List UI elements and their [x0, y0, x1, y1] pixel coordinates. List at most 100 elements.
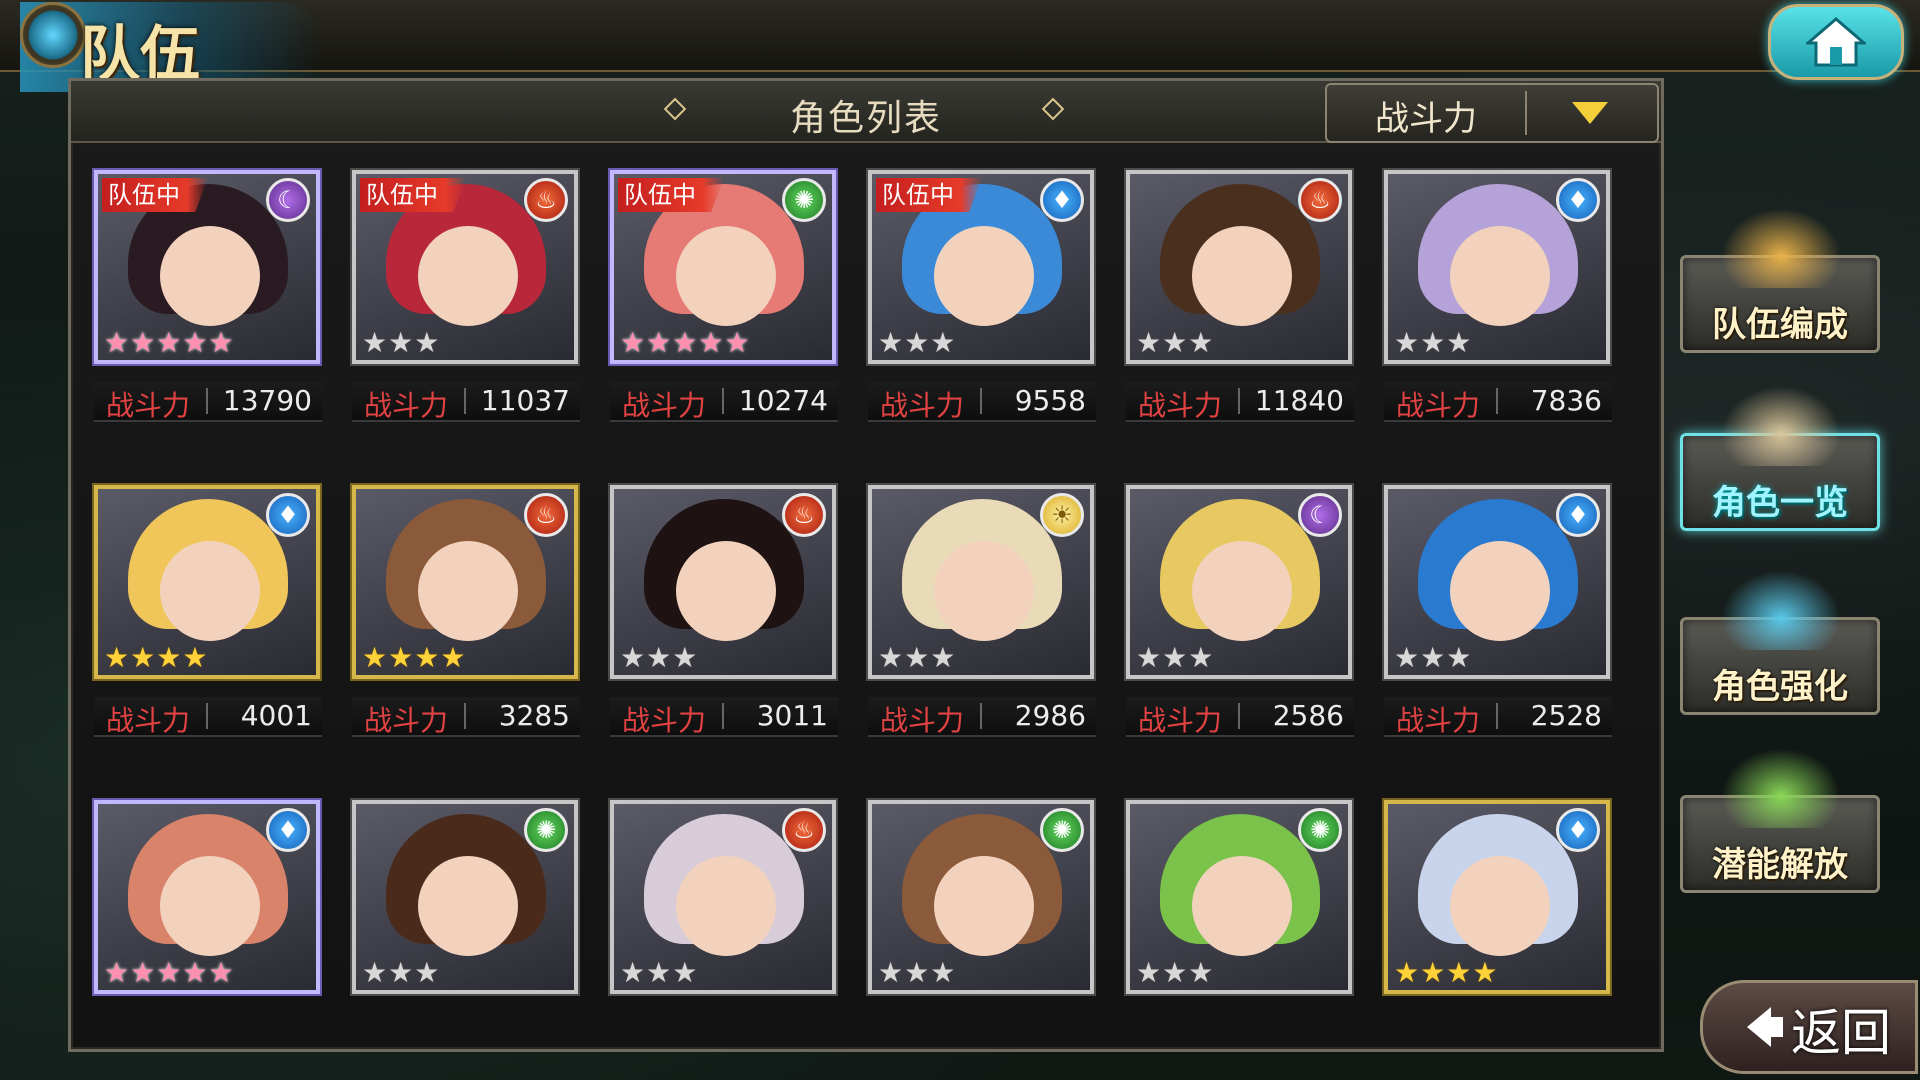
character-portrait[interactable]: ♦ ★ ★ ★ ★: [1384, 800, 1610, 994]
home-button[interactable]: [1768, 4, 1904, 80]
star-icon: ★: [208, 326, 234, 359]
star-icon: ★: [208, 956, 234, 989]
star-icon: ★: [104, 641, 130, 674]
sort-dropdown[interactable]: 战斗力: [1325, 83, 1659, 143]
character-portrait[interactable]: ♨ ★ ★ ★: [610, 485, 836, 679]
character-portrait[interactable]: ✺ ★ ★ ★: [868, 800, 1094, 994]
power-bar: 战斗力 11840: [1126, 382, 1354, 422]
side-menu-label: 角色一览: [1712, 483, 1848, 523]
character-portrait[interactable]: ♨ ★ ★ ★: [1126, 170, 1352, 364]
character-portrait[interactable]: 队伍中 ☾ ★ ★ ★ ★ ★: [94, 170, 320, 364]
character-portrait[interactable]: 队伍中 ♦ ★ ★ ★: [868, 170, 1094, 364]
character-portrait[interactable]: ♦ ★ ★ ★ ★: [94, 485, 320, 679]
fire-element-icon: ♨: [782, 808, 826, 852]
power-bar: 战斗力 7836: [1384, 382, 1612, 422]
character-card[interactable]: ☀ ★ ★ ★ 战斗力 2986: [868, 485, 1096, 745]
star-icon: ★: [156, 641, 182, 674]
side-menu-button[interactable]: 队伍编成: [1680, 208, 1880, 353]
power-bar: 战斗力 13790: [94, 382, 322, 422]
water-element-icon: ♦: [266, 808, 310, 852]
character-portrait[interactable]: 队伍中 ♨ ★ ★ ★: [352, 170, 578, 364]
star-icon: ★: [672, 326, 698, 359]
side-menu-button[interactable]: 角色一览: [1680, 386, 1880, 531]
rarity-stars: ★ ★ ★: [1394, 328, 1471, 358]
character-card[interactable]: 队伍中 ☾ ★ ★ ★ ★ ★ 战斗力 13790: [94, 170, 322, 430]
character-card[interactable]: 队伍中 ✺ ★ ★ ★ ★ ★ 战斗力 10274: [610, 170, 838, 430]
side-menu-button[interactable]: 角色强化: [1680, 570, 1880, 715]
character-face: [1192, 541, 1292, 641]
character-portrait[interactable]: ✺ ★ ★ ★: [352, 800, 578, 994]
character-card[interactable]: ✺ ★ ★ ★: [1126, 800, 1354, 1060]
character-portrait[interactable]: ♦ ★ ★ ★: [1384, 170, 1610, 364]
power-bar: 战斗力 2528: [1384, 697, 1612, 737]
back-button[interactable]: 返回: [1700, 980, 1918, 1074]
star-icon: ★: [1446, 326, 1472, 359]
character-card[interactable]: ✺ ★ ★ ★: [352, 800, 580, 1060]
power-value: 11037: [480, 384, 570, 417]
power-value: 4001: [240, 699, 312, 732]
character-portrait[interactable]: ☾ ★ ★ ★: [1126, 485, 1352, 679]
power-label: 战斗力: [622, 389, 707, 422]
star-icon: ★: [388, 641, 414, 674]
star-icon: ★: [672, 641, 698, 674]
star-icon: ★: [930, 326, 956, 359]
star-icon: ★: [388, 326, 414, 359]
character-portrait[interactable]: ✺ ★ ★ ★: [1126, 800, 1352, 994]
rarity-stars: ★ ★ ★ ★: [104, 643, 207, 673]
character-card[interactable]: 队伍中 ♨ ★ ★ ★ 战斗力 11037: [352, 170, 580, 430]
star-icon: ★: [672, 956, 698, 989]
character-face: [160, 856, 260, 956]
character-face: [1192, 856, 1292, 956]
rarity-stars: ★ ★ ★: [1394, 643, 1471, 673]
power-label: 战斗力: [880, 389, 965, 422]
star-icon: ★: [156, 956, 182, 989]
character-portrait[interactable]: ♦ ★ ★ ★: [1384, 485, 1610, 679]
character-portrait[interactable]: ♦ ★ ★ ★ ★ ★: [94, 800, 320, 994]
power-bar: 战斗力 2986: [868, 697, 1096, 737]
rarity-stars: ★ ★ ★ ★ ★: [104, 328, 234, 358]
character-portrait[interactable]: ☀ ★ ★ ★: [868, 485, 1094, 679]
water-element-icon: ♦: [1556, 808, 1600, 852]
power-label: 战斗力: [622, 704, 707, 737]
power-label: 战斗力: [1396, 704, 1481, 737]
power-value: 3285: [498, 699, 570, 732]
character-face: [1450, 856, 1550, 956]
character-card[interactable]: ♨ ★ ★ ★ 战斗力 11840: [1126, 170, 1354, 430]
star-icon: ★: [362, 956, 388, 989]
character-portrait[interactable]: ♨ ★ ★ ★ ★: [352, 485, 578, 679]
wind-element-icon: ✺: [1298, 808, 1342, 852]
character-card[interactable]: ♨ ★ ★ ★: [610, 800, 838, 1060]
fire-element-icon: ♨: [524, 178, 568, 222]
character-card[interactable]: ♦ ★ ★ ★ ★ 战斗力 4001: [94, 485, 322, 745]
character-card[interactable]: ♦ ★ ★ ★ 战斗力 7836: [1384, 170, 1612, 430]
character-portrait[interactable]: ♨ ★ ★ ★: [610, 800, 836, 994]
power-bar: 战斗力 9558: [868, 382, 1096, 422]
star-icon: ★: [104, 956, 130, 989]
gear-ornament-icon: [20, 2, 86, 68]
rarity-stars: ★ ★ ★: [362, 958, 439, 988]
star-icon: ★: [930, 956, 956, 989]
power-value: 2586: [1272, 699, 1344, 732]
character-card[interactable]: ✺ ★ ★ ★: [868, 800, 1096, 1060]
star-icon: ★: [878, 641, 904, 674]
star-icon: ★: [362, 641, 388, 674]
star-icon: ★: [646, 326, 672, 359]
star-icon: ★: [904, 641, 930, 674]
star-icon: ★: [1188, 956, 1214, 989]
star-icon: ★: [878, 956, 904, 989]
character-card[interactable]: ☾ ★ ★ ★ 战斗力 2586: [1126, 485, 1354, 745]
character-portrait[interactable]: 队伍中 ✺ ★ ★ ★ ★ ★: [610, 170, 836, 364]
character-card[interactable]: ♨ ★ ★ ★ 战斗力 3011: [610, 485, 838, 745]
character-card[interactable]: ♨ ★ ★ ★ ★ 战斗力 3285: [352, 485, 580, 745]
star-icon: ★: [130, 326, 156, 359]
power-separator: [1238, 388, 1240, 414]
rarity-stars: ★ ★ ★: [1136, 643, 1213, 673]
star-icon: ★: [620, 641, 646, 674]
star-icon: ★: [1394, 326, 1420, 359]
side-menu-button[interactable]: 潜能解放: [1680, 748, 1880, 893]
character-card[interactable]: ♦ ★ ★ ★ ★: [1384, 800, 1612, 1060]
triangle-down-icon[interactable]: [1572, 102, 1608, 124]
character-card[interactable]: ♦ ★ ★ ★ 战斗力 2528: [1384, 485, 1612, 745]
character-card[interactable]: ♦ ★ ★ ★ ★ ★: [94, 800, 322, 1060]
character-card[interactable]: 队伍中 ♦ ★ ★ ★ 战斗力 9558: [868, 170, 1096, 430]
